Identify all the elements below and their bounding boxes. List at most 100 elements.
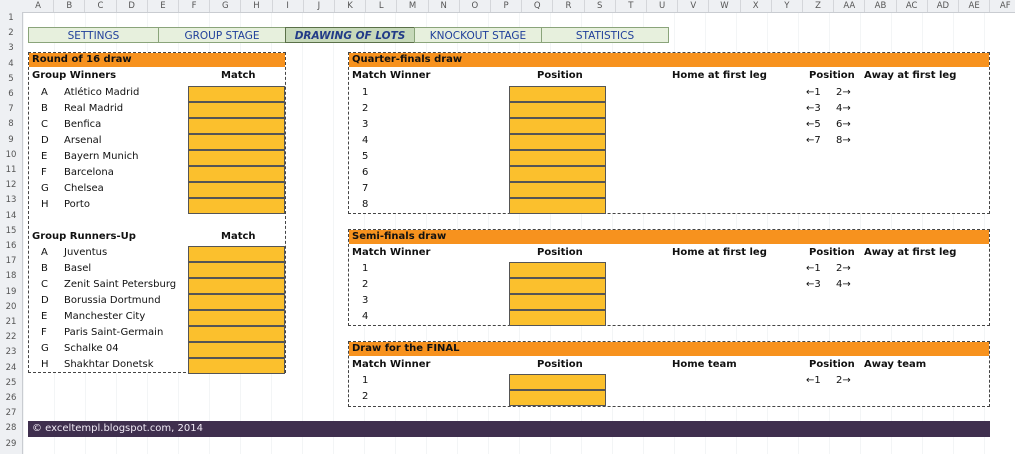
column-header[interactable]: X — [741, 0, 772, 12]
row-header[interactable]: 10 — [0, 150, 22, 160]
position-input-cell[interactable] — [509, 150, 606, 166]
position-input-cell[interactable] — [509, 294, 606, 310]
position-input-cell[interactable] — [509, 262, 606, 278]
column-header[interactable]: Q — [522, 0, 554, 12]
column-header[interactable]: AC — [897, 0, 928, 12]
column-header[interactable]: O — [460, 0, 491, 12]
position-input-cell[interactable] — [509, 198, 606, 214]
column-header[interactable]: J — [304, 0, 335, 12]
match-input-cell[interactable] — [188, 310, 285, 326]
column-header[interactable]: B — [54, 0, 86, 12]
row-header[interactable]: 5 — [0, 74, 22, 84]
column-header[interactable]: N — [429, 0, 460, 12]
row-header[interactable]: 9 — [0, 135, 22, 145]
position-input-cell[interactable] — [509, 118, 606, 134]
match-input-cell[interactable] — [188, 102, 285, 118]
column-header[interactable]: R — [553, 0, 585, 12]
match-input-cell[interactable] — [188, 246, 285, 262]
column-header[interactable]: G — [210, 0, 242, 12]
row-header[interactable]: 1 — [0, 13, 22, 23]
row-header[interactable]: 3 — [0, 43, 22, 53]
row-header[interactable]: 24 — [0, 363, 22, 373]
row-header[interactable]: 12 — [0, 180, 22, 190]
column-header[interactable]: AE — [959, 0, 991, 12]
position-input-cell[interactable] — [509, 102, 606, 118]
match-input-cell[interactable] — [188, 198, 285, 214]
match-input-cell[interactable] — [188, 294, 285, 310]
row-header[interactable]: 17 — [0, 256, 22, 266]
match-input-cell[interactable] — [188, 342, 285, 358]
position-input-cell[interactable] — [509, 86, 606, 102]
position-input-cell[interactable] — [509, 182, 606, 198]
match-number: 5 — [362, 151, 369, 162]
tab-settings[interactable]: SETTINGS — [28, 27, 159, 43]
group-letter: D — [41, 295, 49, 306]
match-input-cell[interactable] — [188, 118, 285, 134]
row-header[interactable]: 20 — [0, 302, 22, 312]
winners-match-header: Match — [221, 70, 256, 81]
column-header[interactable]: T — [616, 0, 647, 12]
position-input-cell[interactable] — [509, 374, 606, 390]
row-header[interactable]: 7 — [0, 104, 22, 114]
column-header[interactable]: C — [85, 0, 117, 12]
column-header[interactable]: P — [491, 0, 523, 12]
match-input-cell[interactable] — [188, 358, 285, 374]
match-input-cell[interactable] — [188, 262, 285, 278]
match-input-cell[interactable] — [188, 134, 285, 150]
column-header[interactable]: A — [23, 0, 55, 12]
row-header[interactable]: 19 — [0, 287, 22, 297]
position-input-cell[interactable] — [509, 134, 606, 150]
tab-knockout-stage[interactable]: KNOCKOUT STAGE — [414, 27, 542, 43]
row-header[interactable]: 23 — [0, 347, 22, 357]
column-header[interactable]: S — [585, 0, 616, 12]
column-header[interactable]: L — [366, 0, 398, 12]
column-header[interactable]: E — [148, 0, 179, 12]
tab-group-stage[interactable]: GROUP STAGE — [158, 27, 286, 43]
row-header[interactable]: 8 — [0, 119, 22, 129]
match-input-cell[interactable] — [188, 326, 285, 342]
column-header[interactable]: D — [117, 0, 148, 12]
column-header[interactable]: H — [241, 0, 273, 12]
row-header[interactable]: 6 — [0, 89, 22, 99]
match-input-cell[interactable] — [188, 86, 285, 102]
position-input-cell[interactable] — [509, 278, 606, 294]
column-header[interactable]: U — [647, 0, 679, 12]
position-input-cell[interactable] — [509, 166, 606, 182]
position-input-cell[interactable] — [509, 310, 606, 326]
column-header[interactable]: K — [335, 0, 367, 12]
match-input-cell[interactable] — [188, 166, 285, 182]
row-header[interactable]: 16 — [0, 241, 22, 251]
row-header[interactable]: 21 — [0, 317, 22, 327]
column-header[interactable]: I — [273, 0, 304, 12]
column-header[interactable]: AB — [865, 0, 897, 12]
row-header[interactable]: 22 — [0, 332, 22, 342]
column-header[interactable]: Y — [772, 0, 803, 12]
row-header[interactable]: 28 — [0, 423, 22, 433]
column-header[interactable]: F — [179, 0, 211, 12]
column-header[interactable]: W — [709, 0, 741, 12]
tab-statistics[interactable]: STATISTICS — [541, 27, 669, 43]
row-header[interactable]: 4 — [0, 59, 22, 69]
column-header[interactable]: AF — [990, 0, 1015, 12]
position-input-cell[interactable] — [509, 390, 606, 406]
column-header[interactable]: Z — [803, 0, 835, 12]
row-header[interactable]: 25 — [0, 378, 22, 388]
column-header[interactable]: AD — [928, 0, 959, 12]
tab-drawing-of-lots[interactable]: DRAWING OF LOTS — [285, 27, 415, 43]
match-number: 7 — [362, 183, 369, 194]
column-header[interactable]: V — [678, 0, 710, 12]
row-header[interactable]: 26 — [0, 393, 22, 403]
row-header[interactable]: 14 — [0, 211, 22, 221]
row-header[interactable]: 11 — [0, 165, 22, 175]
row-header[interactable]: 29 — [0, 439, 22, 449]
column-header[interactable]: M — [397, 0, 429, 12]
row-header[interactable]: 15 — [0, 226, 22, 236]
row-header[interactable]: 13 — [0, 195, 22, 205]
row-header[interactable]: 2 — [0, 28, 22, 38]
column-header[interactable]: AA — [834, 0, 866, 12]
row-header[interactable]: 18 — [0, 271, 22, 281]
match-input-cell[interactable] — [188, 150, 285, 166]
match-input-cell[interactable] — [188, 182, 285, 198]
row-header[interactable]: 27 — [0, 408, 22, 418]
match-input-cell[interactable] — [188, 278, 285, 294]
